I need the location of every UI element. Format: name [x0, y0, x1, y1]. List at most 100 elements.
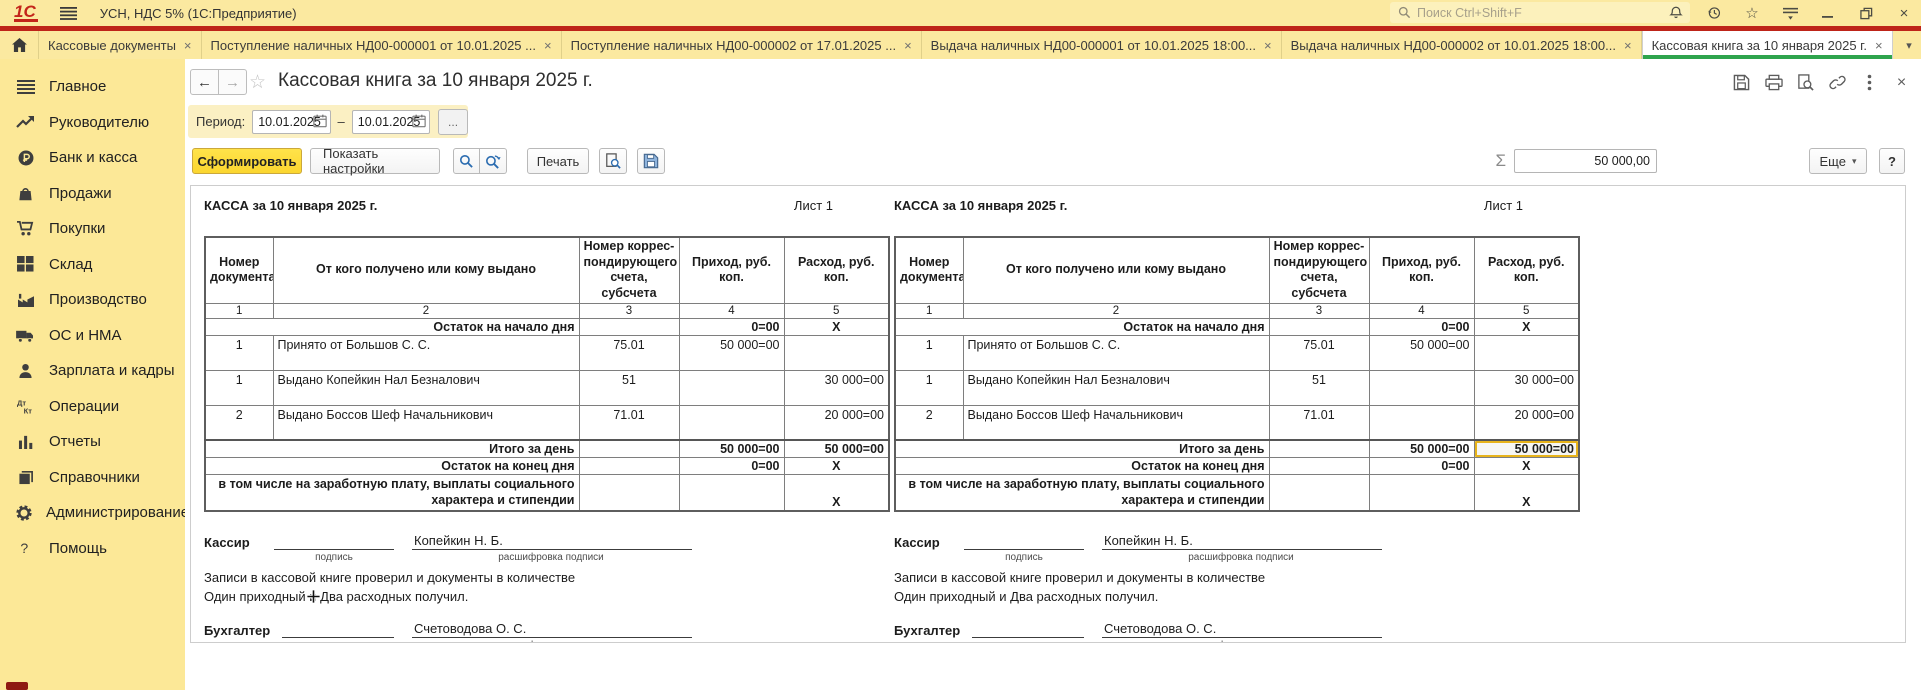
- entry-row: 2 Выдано Боссов Шеф Начальникович 71.01 …: [895, 405, 1579, 440]
- tab-cash-book-active[interactable]: Кассовая книга за 10 января 2025 г.×: [1642, 31, 1893, 59]
- period-more-button[interactable]: ...: [438, 109, 468, 135]
- minimize-icon[interactable]: [1819, 4, 1837, 22]
- tab-close-icon[interactable]: ×: [1624, 38, 1632, 53]
- cash-book-sheet: КАССА за 10 января 2025 г. Лист 1 Номер …: [204, 194, 1905, 643]
- col-header-from[interactable]: От кого получено или кому выдано: [273, 237, 579, 303]
- tab-cash-issue-2[interactable]: Выдача наличных НД00-000002 от 10.01.202…: [1282, 31, 1642, 59]
- col-header-out[interactable]: Расход, руб. коп.: [1474, 237, 1579, 303]
- nav-back-button[interactable]: ←: [190, 69, 219, 95]
- total-out-cell[interactable]: 50 000=00: [1474, 440, 1579, 458]
- tab-cash-receipt-1[interactable]: Поступление наличных НД00-000001 от 10.0…: [202, 31, 562, 59]
- period-from-input[interactable]: 10.01.2025: [252, 110, 330, 134]
- col-header-doc[interactable]: Номер документа: [895, 237, 963, 303]
- tab-close-icon[interactable]: ×: [1264, 38, 1272, 53]
- favorite-star-icon[interactable]: ☆: [249, 71, 266, 94]
- tab-cash-issue-1[interactable]: Выдача наличных НД00-000001 от 10.01.202…: [922, 31, 1282, 59]
- history-icon[interactable]: [1705, 4, 1723, 22]
- print-preview-icon[interactable]: [1796, 73, 1815, 92]
- show-settings-button[interactable]: Показать настройки: [310, 148, 440, 174]
- check-note-line1: Записи в кассовой книге проверил и докум…: [204, 569, 864, 587]
- nav-forward-button[interactable]: →: [219, 69, 247, 95]
- sidebar-item-main[interactable]: Главное: [0, 69, 185, 105]
- factory-icon: [15, 292, 36, 308]
- notifications-bell-icon[interactable]: [1667, 4, 1685, 22]
- sidebar-item-directories[interactable]: Справочники: [0, 460, 185, 496]
- find-next-button[interactable]: [480, 148, 507, 174]
- tab-cash-receipt-2[interactable]: Поступление наличных НД00-000002 от 17.0…: [562, 31, 922, 59]
- sidebar-item-help[interactable]: ? Помощь: [0, 531, 185, 567]
- print-button[interactable]: Печать: [527, 148, 589, 174]
- sidebar-item-reports[interactable]: Отчеты: [0, 424, 185, 460]
- sidebar-item-production[interactable]: Производство: [0, 282, 185, 318]
- kassa-caption: КАССА за 10 января 2025 г.: [204, 198, 377, 216]
- sidebar-item-purchases[interactable]: Покупки: [0, 211, 185, 247]
- tab-home[interactable]: [0, 31, 39, 59]
- accountant-label: Бухгалтер: [204, 623, 282, 638]
- tab-close-icon[interactable]: ×: [184, 38, 192, 53]
- accountant-label: Бухгалтер: [894, 623, 972, 638]
- question-icon: ?: [15, 540, 36, 556]
- cash-book-table: Номер документа От кого получено или ком…: [204, 236, 890, 512]
- sidebar-item-bank-cash[interactable]: Банк и касса: [0, 140, 185, 176]
- accountant-name: Счетоводова О. С.: [412, 621, 692, 638]
- col-header-out[interactable]: Расход, руб. коп.: [784, 237, 889, 303]
- save-icon[interactable]: [1732, 73, 1751, 92]
- sidebar-item-warehouse[interactable]: Склад: [0, 247, 185, 283]
- more-dots-icon[interactable]: [1860, 73, 1879, 92]
- tab-close-icon[interactable]: ×: [544, 38, 552, 53]
- cart-icon: [15, 220, 36, 237]
- tab-close-icon[interactable]: ×: [904, 38, 912, 53]
- closing-balance-row: Остаток на конец дня 0=00 X: [895, 458, 1579, 475]
- sidebar-item-administration[interactable]: Администрирование: [0, 495, 185, 531]
- period-to-input[interactable]: 10.01.2025: [352, 110, 430, 134]
- calendar-icon[interactable]: [412, 114, 426, 128]
- find-button[interactable]: [453, 148, 480, 174]
- tab-close-icon[interactable]: ×: [1875, 38, 1883, 53]
- calendar-icon[interactable]: [313, 114, 327, 128]
- person-icon: [15, 363, 36, 379]
- cashier-name: Копейкин Н. Б.: [412, 533, 692, 550]
- cashier-name: Копейкин Н. Б.: [1102, 533, 1382, 550]
- col-header-account[interactable]: Номер коррес-пондирующего счета, субсчет…: [579, 237, 679, 303]
- col-header-account[interactable]: Номер коррес-пондирующего счета, субсчет…: [1269, 237, 1369, 303]
- get-link-icon[interactable]: [1828, 73, 1847, 92]
- global-search-input[interactable]: Поиск Ctrl+Shift+F: [1390, 2, 1690, 23]
- day-total-row: Итого за день 50 000=00 50 000=00: [205, 440, 889, 458]
- total-out-cell[interactable]: 50 000=00: [784, 440, 889, 458]
- help-button[interactable]: ?: [1879, 148, 1905, 174]
- sections-panel: Главное Руководителю Банк и касса Продаж…: [0, 59, 185, 690]
- gear-icon: [15, 504, 33, 522]
- col-header-in[interactable]: Приход, руб. коп.: [1369, 237, 1474, 303]
- close-form-icon[interactable]: ×: [1892, 73, 1911, 92]
- sidebar-item-sales[interactable]: Продажи: [0, 176, 185, 212]
- more-button[interactable]: Еще▾: [1809, 148, 1867, 174]
- print-icon[interactable]: [1764, 73, 1783, 92]
- sidebar-item-fixed-assets[interactable]: ОС и НМА: [0, 318, 185, 354]
- floppy-icon: [643, 153, 659, 169]
- svg-text:Кт: Кт: [24, 406, 33, 414]
- save-result-button[interactable]: [637, 148, 665, 174]
- tab-cash-documents[interactable]: Кассовые документы×: [39, 31, 202, 59]
- favorites-star-icon[interactable]: ☆: [1743, 4, 1761, 22]
- restore-icon[interactable]: [1857, 4, 1875, 22]
- tab-list-caret-icon[interactable]: ▾: [1897, 31, 1921, 59]
- cash-book-table: Номер документа От кого получено или ком…: [894, 236, 1580, 512]
- col-header-doc[interactable]: Номер документа: [205, 237, 273, 303]
- autosum-field[interactable]: 50 000,00: [1514, 149, 1657, 173]
- generate-button[interactable]: Сформировать: [192, 148, 302, 174]
- close-window-icon[interactable]: ×: [1895, 4, 1913, 22]
- sidebar-item-salary-hr[interactable]: Зарплата и кадры: [0, 353, 185, 389]
- books-icon: [15, 469, 36, 485]
- sidebar-item-manager[interactable]: Руководителю: [0, 105, 185, 141]
- total-in-cell[interactable]: 50 000=00: [679, 440, 784, 458]
- col-header-from[interactable]: От кого получено или кому выдано: [963, 237, 1269, 303]
- preview-button[interactable]: [599, 148, 627, 174]
- service-menu-icon[interactable]: [1781, 4, 1799, 22]
- col-header-in[interactable]: Приход, руб. коп.: [679, 237, 784, 303]
- total-in-cell[interactable]: 50 000=00: [1369, 440, 1474, 458]
- main-menu-icon[interactable]: [60, 7, 78, 20]
- sidebar-item-operations[interactable]: ДтКт Операции: [0, 389, 185, 425]
- magnifier-refresh-icon: [485, 154, 501, 169]
- truck-icon: [15, 328, 36, 343]
- kassa-half-right: КАССА за 10 января 2025 г. Лист 1 Номер …: [894, 194, 1578, 643]
